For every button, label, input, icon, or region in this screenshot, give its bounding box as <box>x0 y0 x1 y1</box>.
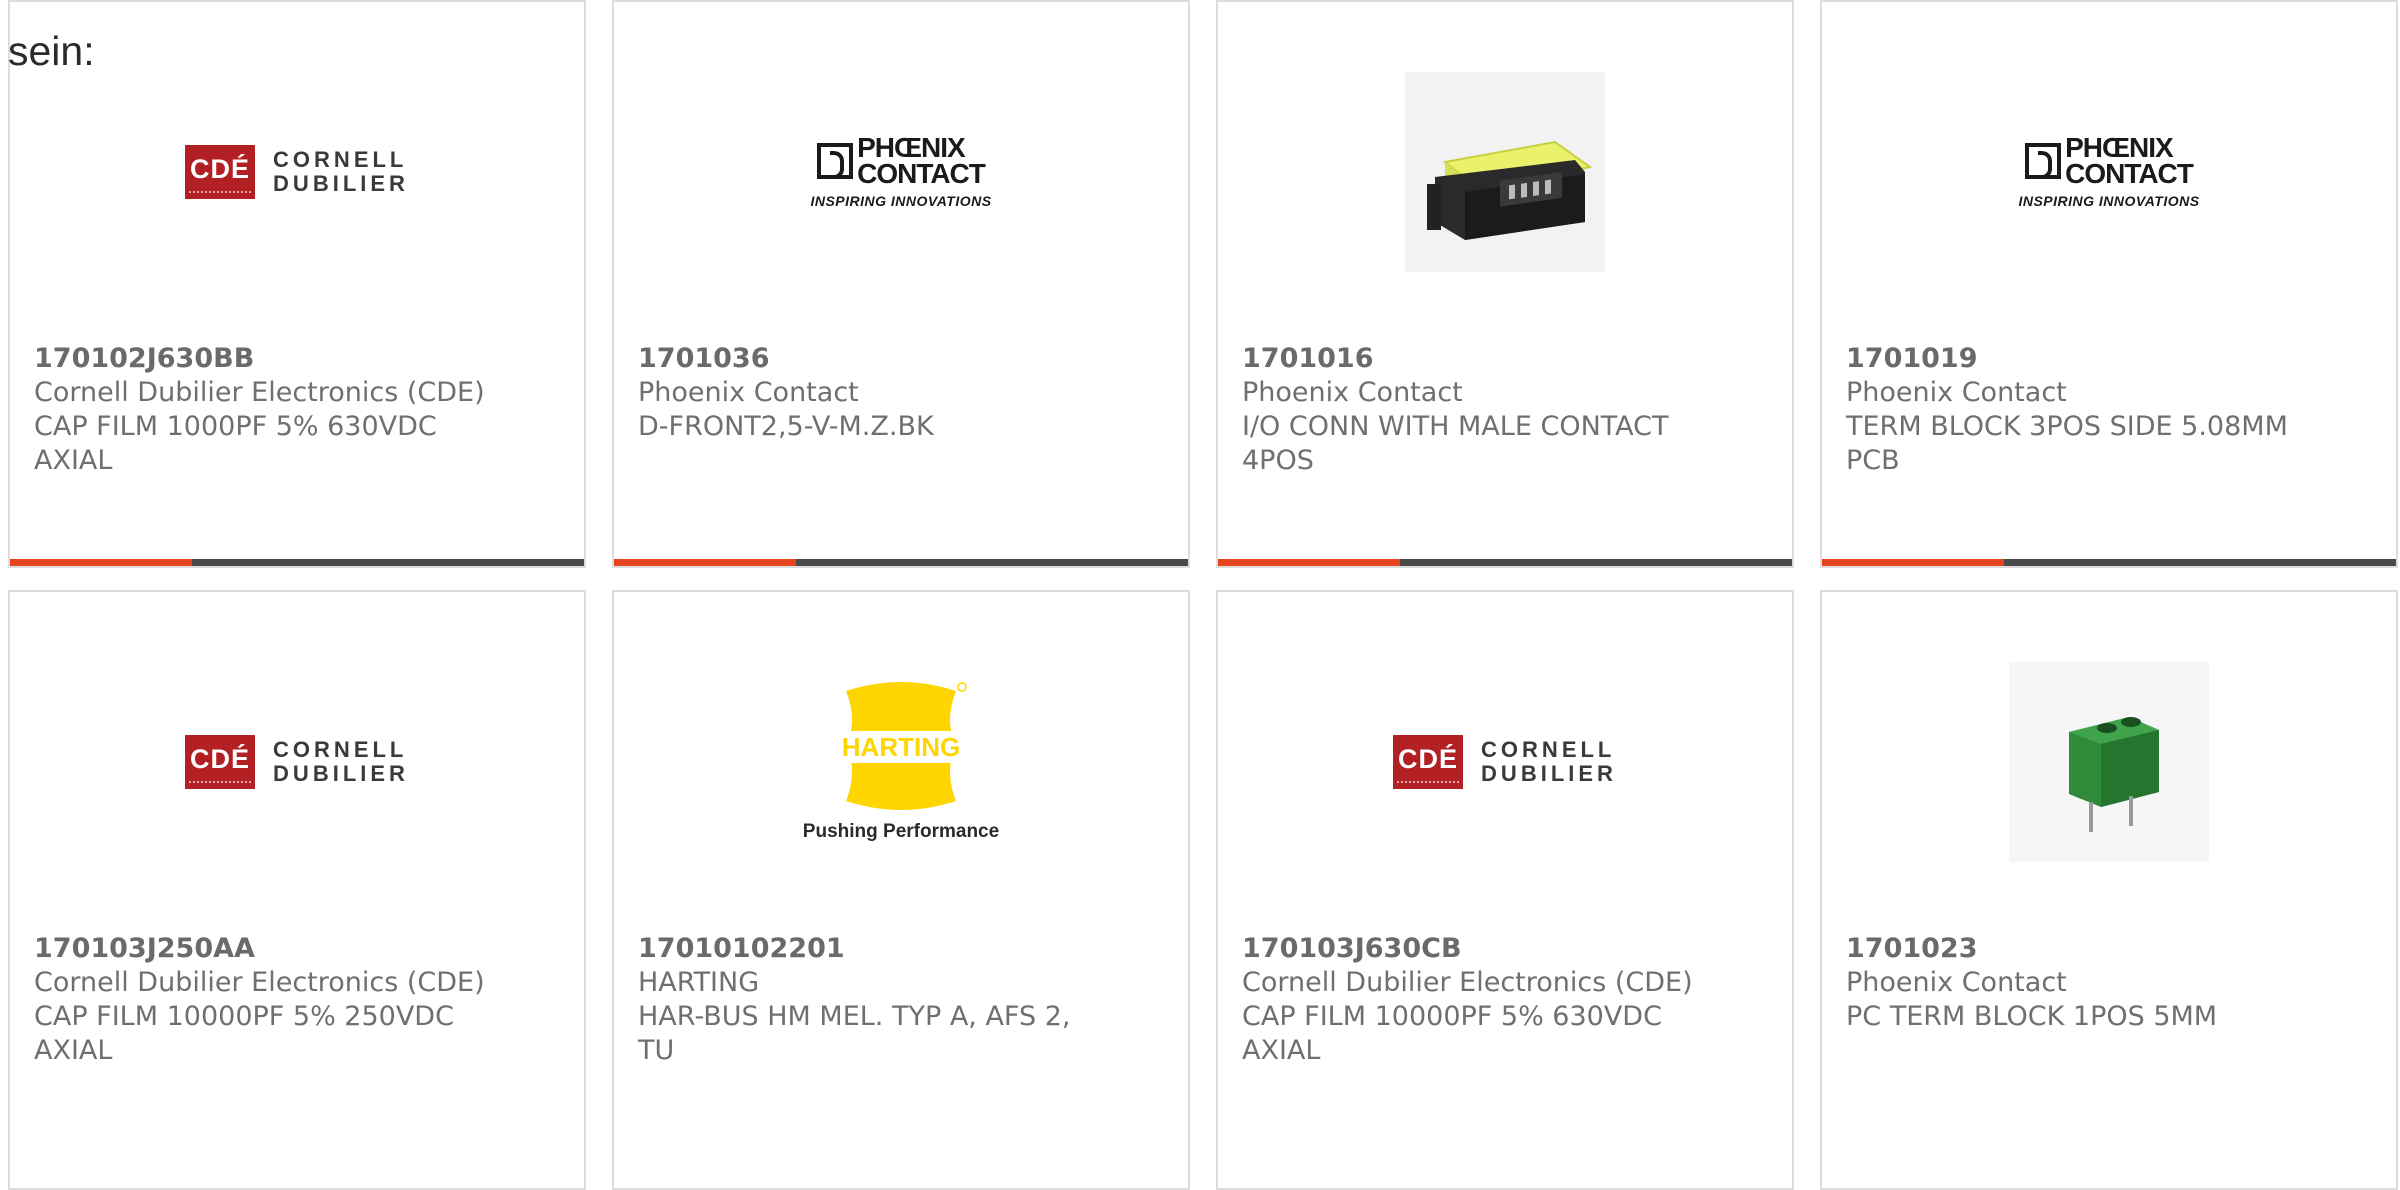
intro-text: sein: <box>8 28 95 74</box>
description: PC TERM BLOCK 1POS 5MM <box>1846 1001 2218 1032</box>
description: CAP FILM 10000PF 5% 630VDC AXIAL <box>1242 1001 1662 1066</box>
product-card[interactable]: CDÉ CORNELL DUBILIER 170102J630BB Cornell… <box>8 0 586 568</box>
part-number[interactable]: 17010102201 <box>638 932 1164 966</box>
phoenix-logo-tagline: INSPIRING INNOVATIONS <box>2018 193 2200 209</box>
manufacturer: Phoenix Contact <box>1242 377 1463 408</box>
phoenix-mark-icon <box>2025 143 2062 179</box>
cde-logo-line2: DUBILIER <box>273 761 409 786</box>
manufacturer: Cornell Dubilier Electronics (CDE) <box>34 967 485 998</box>
part-number[interactable]: 1701016 <box>1242 342 1768 376</box>
product-card[interactable]: 1701016 Phoenix Contact I/O CONN WITH MA… <box>1216 0 1794 568</box>
part-number[interactable]: 1701036 <box>638 342 1164 376</box>
product-card[interactable]: PHŒNIX CONTACT INSPIRING INNOVATIONS 1701… <box>612 0 1190 568</box>
harting-logo-name: HARTING <box>842 732 960 762</box>
product-image: PHŒNIX CONTACT INSPIRING INNOVATIONS <box>614 52 1188 292</box>
phoenix-logo-tagline: INSPIRING INNOVATIONS <box>810 193 992 209</box>
manufacturer: HARTING <box>638 967 760 998</box>
product-card[interactable]: PHŒNIX CONTACT INSPIRING INNOVATIONS 1701… <box>1820 0 2398 568</box>
product-grid: CDÉ CORNELL DUBILIER 170102J630BB Cornell… <box>8 0 2400 1190</box>
phoenix-contact-logo: PHŒNIX CONTACT INSPIRING INNOVATIONS <box>810 134 992 210</box>
description: TERM BLOCK 3POS SIDE 5.08MM PCB <box>1846 411 2288 476</box>
cde-logo-mark: CDÉ <box>190 743 251 774</box>
cde-logo-mark: CDÉ <box>190 153 251 184</box>
manufacturer: Phoenix Contact <box>1846 967 2067 998</box>
product-card[interactable]: CDÉ CORNELL DUBILIER 170103J630CB Cornell… <box>1216 590 1794 1190</box>
product-card[interactable]: HARTING Pushing Performance 17010102201 … <box>612 590 1190 1190</box>
cde-logo-line1: CORNELL <box>1481 737 1616 762</box>
cde-logo-line1: CORNELL <box>273 147 408 172</box>
product-image: PHŒNIX CONTACT INSPIRING INNOVATIONS <box>1822 52 2396 292</box>
cde-logo-mark: CDÉ <box>1398 743 1459 774</box>
product-card[interactable]: 1701023 Phoenix Contact PC TERM BLOCK 1P… <box>1820 590 2398 1190</box>
description: CAP FILM 1000PF 5% 630VDC AXIAL <box>34 411 437 476</box>
part-number[interactable]: 170103J250AA <box>34 932 560 966</box>
manufacturer: Phoenix Contact <box>638 377 859 408</box>
cde-logo: CDÉ CORNELL DUBILIER <box>185 735 409 789</box>
product-image <box>1218 52 1792 292</box>
harting-mark-icon: HARTING <box>825 682 976 810</box>
card-bottom-bar <box>10 559 584 566</box>
description: HAR-BUS HM MEL. TYP A, AFS 2, TU <box>638 1001 1071 1066</box>
manufacturer: Cornell Dubilier Electronics (CDE) <box>34 377 485 408</box>
product-image <box>1822 642 2396 882</box>
part-number[interactable]: 170102J630BB <box>34 342 560 376</box>
card-bottom-bar <box>614 559 1188 566</box>
part-number[interactable]: 1701023 <box>1846 932 2372 966</box>
cde-logo: CDÉ CORNELL DUBILIER <box>1393 735 1617 789</box>
product-image: HARTING Pushing Performance <box>614 642 1188 882</box>
phoenix-logo-line2: CONTACT <box>2065 158 2194 189</box>
cde-logo-line2: DUBILIER <box>1481 761 1617 786</box>
cde-logo-line2: DUBILIER <box>273 171 409 196</box>
connector-photo <box>1405 72 1605 272</box>
part-number[interactable]: 170103J630CB <box>1242 932 1768 966</box>
harting-logo-tagline: Pushing Performance <box>802 821 1000 842</box>
description: D-FRONT2,5-V-M.Z.BK <box>638 411 934 442</box>
phoenix-contact-logo: PHŒNIX CONTACT INSPIRING INNOVATIONS <box>2018 134 2200 210</box>
product-image: CDÉ CORNELL DUBILIER <box>1218 642 1792 882</box>
part-number[interactable]: 1701019 <box>1846 342 2372 376</box>
card-bottom-bar <box>1218 559 1792 566</box>
product-image: CDÉ CORNELL DUBILIER <box>10 642 584 882</box>
manufacturer: Phoenix Contact <box>1846 377 2067 408</box>
phoenix-logo-line2: CONTACT <box>857 158 986 189</box>
harting-logo: HARTING Pushing Performance <box>803 681 999 843</box>
product-image: CDÉ CORNELL DUBILIER <box>10 52 584 292</box>
cde-logo-line1: CORNELL <box>273 737 408 762</box>
manufacturer: Cornell Dubilier Electronics (CDE) <box>1242 967 1693 998</box>
phoenix-mark-icon <box>817 143 854 179</box>
card-bottom-bar <box>1822 559 2396 566</box>
description: I/O CONN WITH MALE CONTACT 4POS <box>1242 411 1669 476</box>
terminal-block-photo <box>2009 662 2209 862</box>
product-card[interactable]: CDÉ CORNELL DUBILIER 170103J250AA Cornell… <box>8 590 586 1190</box>
description: CAP FILM 10000PF 5% 250VDC AXIAL <box>34 1001 454 1066</box>
cde-logo: CDÉ CORNELL DUBILIER <box>185 145 409 199</box>
